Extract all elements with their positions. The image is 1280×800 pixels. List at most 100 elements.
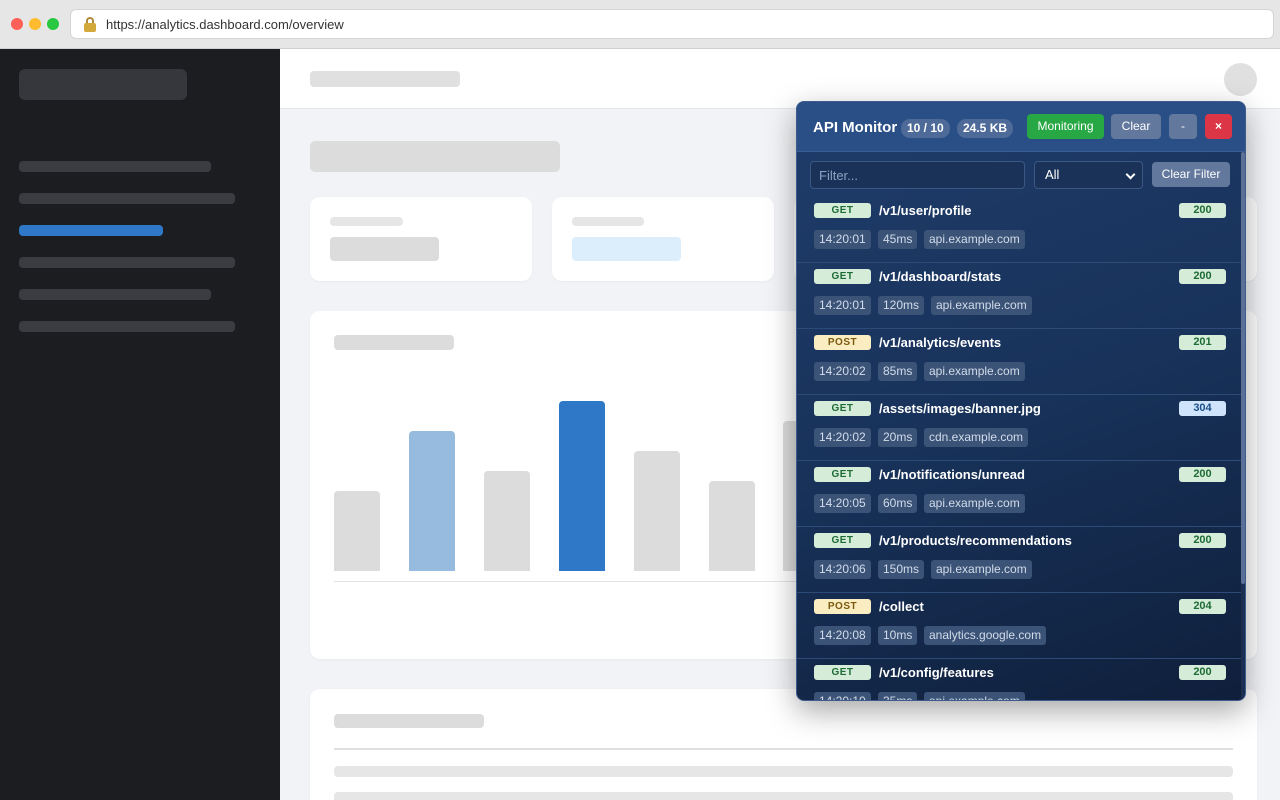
method-badge: POST [814, 599, 871, 614]
chart-bar [334, 491, 380, 571]
minimize-button[interactable]: - [1169, 114, 1197, 139]
monitor-title: API Monitor [813, 119, 898, 136]
sidebar-item[interactable] [19, 289, 211, 300]
request-row[interactable]: GET/assets/images/banner.jpg 304 14:20:02 2… [797, 395, 1241, 461]
method-badge: GET [814, 203, 871, 218]
sidebar-logo-placeholder [19, 69, 187, 100]
monitor-header[interactable]: API Monitor 10 / 10 24.5 KB Monitoring C… [797, 102, 1245, 152]
status-badge: 200 [1179, 665, 1226, 680]
chart-title-placeholder [334, 335, 454, 350]
table-title-placeholder [334, 714, 484, 728]
status-badge: 304 [1179, 401, 1226, 416]
request-list: GET/v1/user/profile 200 14:20:01 45ms api.ex… [797, 197, 1241, 700]
timestamp-tag: 14:20:08 [814, 626, 871, 645]
stat-card [552, 197, 774, 281]
host-tag: api.example.com [931, 296, 1032, 315]
method-badge: POST [814, 335, 871, 350]
status-badge: 200 [1179, 467, 1226, 482]
window-maximize-icon[interactable] [47, 18, 59, 30]
method-badge: GET [814, 269, 871, 284]
scrollbar-thumb[interactable] [1241, 152, 1245, 584]
request-path: /v1/user/profile [879, 203, 972, 218]
sidebar-item[interactable] [19, 193, 235, 204]
chart-bar [709, 481, 755, 571]
request-path: /assets/images/banner.jpg [879, 401, 1041, 416]
duration-tag: 45ms [878, 230, 918, 249]
request-row[interactable]: POST/collect 204 14:20:08 10ms analytics.goo… [797, 593, 1241, 659]
host-tag: api.example.com [924, 362, 1025, 381]
duration-tag: 85ms [878, 362, 918, 381]
duration-tag: 150ms [878, 560, 925, 579]
request-row[interactable]: GET/v1/notifications/unread 200 14:20:05 60… [797, 461, 1241, 527]
request-path: /v1/config/features [879, 665, 994, 680]
timestamp-tag: 14:20:02 [814, 428, 871, 447]
request-row[interactable]: GET/v1/user/profile 200 14:20:01 45ms api.ex… [797, 197, 1241, 263]
host-tag: api.example.com [931, 560, 1032, 579]
status-badge: 200 [1179, 533, 1226, 548]
sidebar [0, 49, 280, 800]
chart-bar [484, 471, 530, 571]
timestamp-tag: 14:20:01 [814, 296, 871, 315]
timestamp-tag: 14:20:01 [814, 230, 871, 249]
table-row-placeholder [334, 792, 1233, 800]
api-monitor-panel: API Monitor 10 / 10 24.5 KB Monitoring C… [796, 101, 1246, 701]
status-badge: 200 [1179, 203, 1226, 218]
request-row[interactable]: POST/v1/analytics/events 201 14:20:02 85ms a… [797, 329, 1241, 395]
avatar[interactable] [1224, 63, 1257, 96]
sidebar-item[interactable] [19, 161, 211, 172]
request-path: /v1/analytics/events [879, 335, 1002, 350]
window-minimize-icon[interactable] [29, 18, 41, 30]
url-text: https://analytics.dashboard.com/overview [106, 17, 344, 32]
stat-label-placeholder [572, 217, 644, 226]
request-path: /v1/dashboard/stats [879, 269, 1002, 284]
timestamp-tag: 14:20:05 [814, 494, 871, 513]
timestamp-tag: 14:20:02 [814, 362, 871, 381]
data-size-badge: 24.5 KB [957, 119, 1014, 138]
method-filter-value: All [1045, 167, 1060, 182]
duration-tag: 35ms [878, 692, 918, 700]
request-row[interactable]: GET/v1/products/recommendations 200 14:20:… [797, 527, 1241, 593]
status-badge: 200 [1179, 269, 1226, 284]
chevron-down-icon [1125, 169, 1136, 180]
stat-card [310, 197, 532, 281]
table-divider [334, 748, 1233, 750]
table-row-placeholder [334, 766, 1233, 777]
stat-value-placeholder [330, 237, 439, 261]
method-filter-select[interactable]: All [1034, 161, 1143, 189]
method-badge: GET [814, 401, 871, 416]
stat-label-placeholder [330, 217, 403, 226]
window-close-icon[interactable] [11, 18, 23, 30]
clear-button[interactable]: Clear [1111, 114, 1161, 139]
timestamp-tag: 14:20:06 [814, 560, 871, 579]
address-bar[interactable]: https://analytics.dashboard.com/overview [70, 9, 1274, 39]
request-list-scrollbar[interactable] [1241, 152, 1245, 700]
status-badge: 201 [1179, 335, 1226, 350]
sidebar-item-active[interactable] [19, 225, 163, 236]
method-badge: GET [814, 665, 871, 680]
host-tag: analytics.google.com [924, 626, 1047, 645]
stat-value-placeholder [572, 237, 681, 261]
chart-bar [634, 451, 680, 571]
duration-tag: 120ms [878, 296, 925, 315]
request-count-badge: 10 / 10 [901, 119, 950, 138]
request-path: /collect [879, 599, 924, 614]
duration-tag: 20ms [878, 428, 918, 447]
page-title-placeholder [310, 141, 560, 172]
method-badge: GET [814, 533, 871, 548]
request-row[interactable]: GET/v1/dashboard/stats 200 14:20:01 120ms ap… [797, 263, 1241, 329]
top-bar [280, 49, 1280, 109]
request-row[interactable]: GET/v1/config/features 200 14:20:10 35ms api… [797, 659, 1241, 700]
request-path: /v1/notifications/unread [879, 467, 1025, 482]
timestamp-tag: 14:20:10 [814, 692, 871, 700]
host-tag: api.example.com [924, 230, 1025, 249]
clear-filter-button[interactable]: Clear Filter [1152, 162, 1230, 187]
header-title-placeholder [310, 71, 460, 87]
chart-bar [559, 401, 605, 571]
sidebar-item[interactable] [19, 257, 235, 268]
lock-icon [83, 17, 97, 32]
close-button[interactable]: × [1205, 114, 1232, 139]
sidebar-item[interactable] [19, 321, 235, 332]
filter-input[interactable] [810, 161, 1025, 189]
monitoring-toggle-button[interactable]: Monitoring [1027, 114, 1104, 139]
host-tag: api.example.com [924, 692, 1025, 700]
